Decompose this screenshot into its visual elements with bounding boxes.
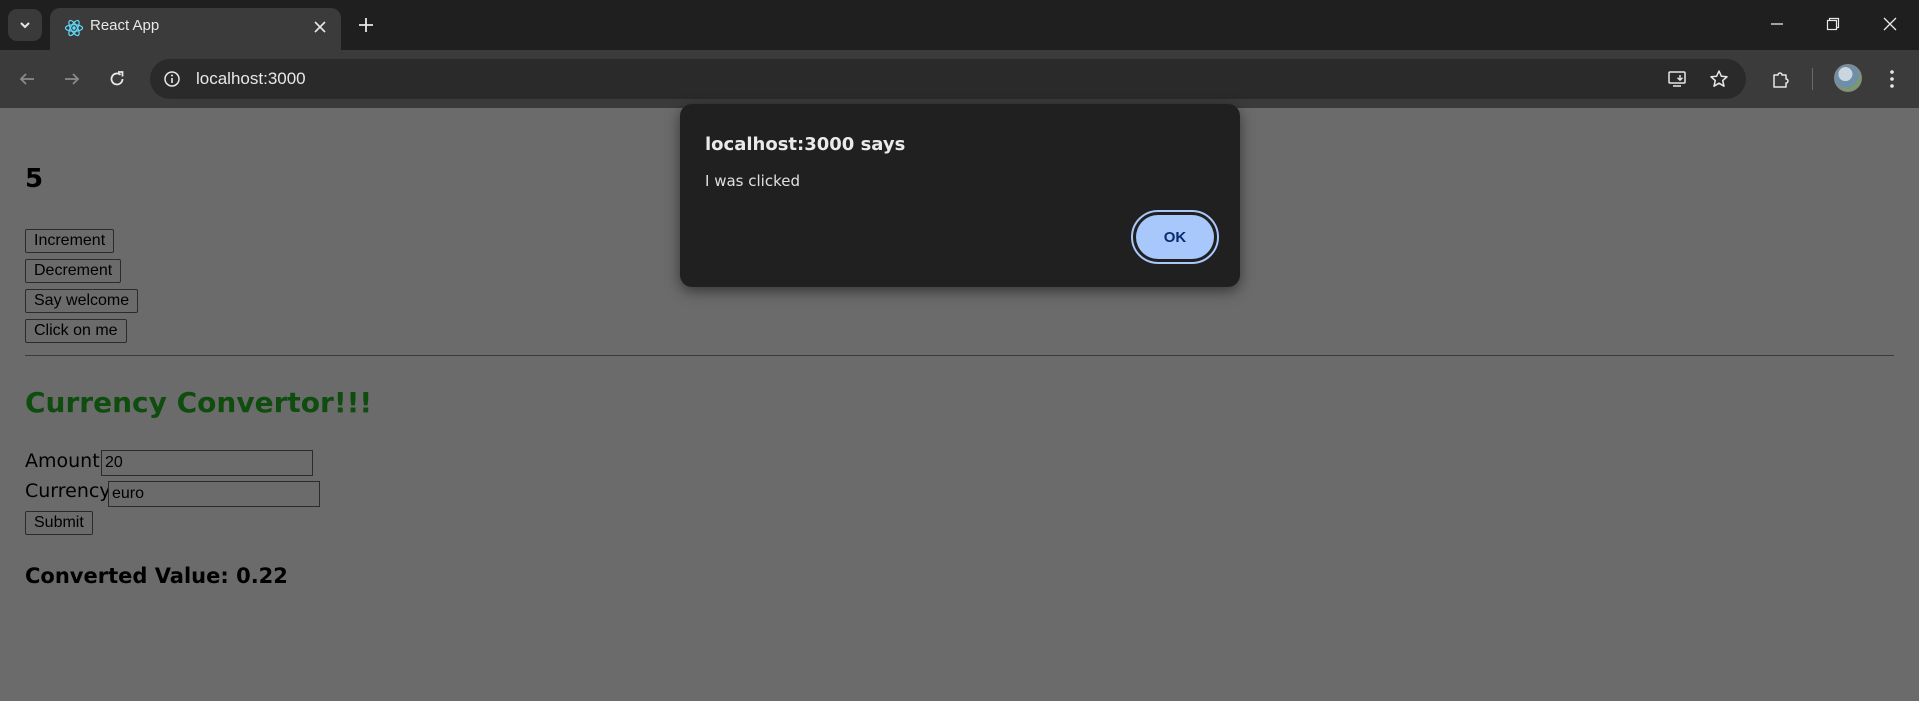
counter-value: 5 [25, 164, 44, 194]
close-icon [314, 21, 326, 33]
avatar-icon[interactable] [1834, 64, 1862, 92]
new-tab-button[interactable] [350, 10, 382, 40]
currency-convertor-title: Currency Convertor!!! [25, 386, 373, 419]
divider [25, 355, 1894, 356]
react-logo-icon [62, 16, 86, 40]
address-bar[interactable]: localhost:3000 [150, 59, 1746, 99]
forward-arrow-icon [65, 73, 80, 85]
menu-button[interactable] [1875, 62, 1909, 96]
ok-button-label: OK [1136, 215, 1214, 259]
alert-dialog: localhost:3000 says I was clicked OK [680, 104, 1240, 287]
tab-search-button[interactable] [8, 9, 42, 41]
restore-icon [1826, 17, 1840, 31]
currency-label: Currency: [25, 480, 116, 502]
toolbar-separator [1812, 68, 1813, 90]
tab-close-button[interactable] [307, 14, 333, 40]
ok-button[interactable]: OK [1131, 210, 1219, 264]
minimize-button[interactable] [1754, 8, 1800, 40]
chevron-down-icon [20, 22, 30, 29]
increment-button[interactable]: Increment [25, 229, 115, 253]
bookmark-button[interactable] [1704, 64, 1734, 94]
browser-toolbar: localhost:3000 [0, 50, 1919, 108]
puzzle-icon [1773, 72, 1789, 88]
back-arrow-icon [19, 73, 34, 85]
plus-icon [359, 18, 373, 32]
close-icon [1883, 17, 1897, 31]
close-window-button[interactable] [1867, 8, 1913, 40]
currency-input[interactable] [108, 481, 320, 507]
dialog-message: I was clicked [705, 172, 800, 190]
extensions-button[interactable] [1764, 62, 1798, 96]
restore-button[interactable] [1810, 8, 1856, 40]
reload-icon [110, 71, 124, 86]
click-on-me-button[interactable]: Click on me [25, 319, 127, 343]
decrement-button[interactable]: Decrement [25, 259, 122, 283]
back-button[interactable] [10, 62, 44, 96]
browser-tab[interactable]: React App [50, 8, 341, 50]
amount-input[interactable] [101, 450, 313, 476]
install-app-icon [1668, 71, 1686, 87]
forward-button[interactable] [55, 62, 89, 96]
kebab-menu-icon [1890, 70, 1894, 88]
info-icon [164, 71, 180, 87]
site-info-button[interactable] [158, 65, 186, 93]
converted-value: Converted Value: 0.22 [25, 564, 288, 588]
minimize-icon [1771, 23, 1783, 25]
say-welcome-button[interactable]: Say welcome [25, 289, 139, 313]
tab-strip: React App [0, 0, 1919, 50]
tab-title: React App [90, 17, 160, 34]
url-text[interactable]: localhost:3000 [196, 69, 306, 89]
dialog-title: localhost:3000 says [705, 134, 906, 155]
reload-button[interactable] [100, 62, 134, 96]
install-app-button[interactable] [1662, 64, 1692, 94]
submit-button[interactable]: Submit [25, 511, 93, 535]
star-icon [1710, 70, 1728, 87]
amount-label: Amount: [25, 450, 107, 472]
